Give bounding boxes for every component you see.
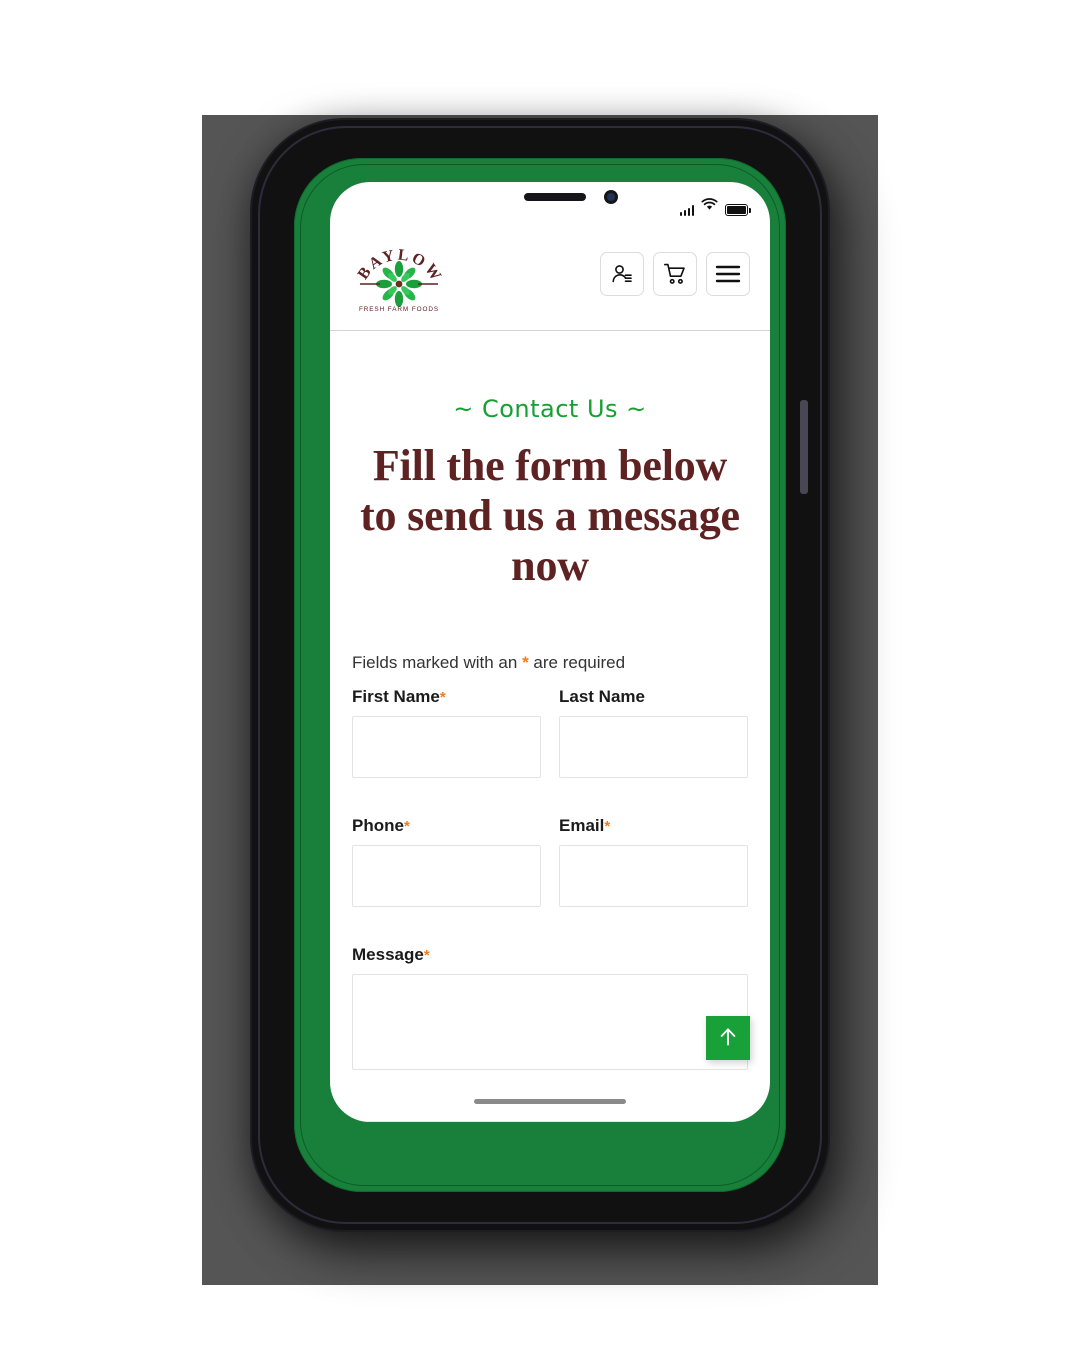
scroll-to-top-button[interactable] bbox=[706, 1016, 750, 1060]
phone-required-marker: * bbox=[403, 818, 410, 836]
battery-full-icon bbox=[725, 204, 751, 216]
form-row-name: First Name* Last Name bbox=[352, 687, 748, 779]
brand-logo[interactable]: BAYLOW FRESH FARM FOODS bbox=[352, 232, 446, 316]
first-name-label-text: First Name bbox=[352, 687, 440, 707]
screen-footer-divider bbox=[330, 1121, 770, 1122]
required-marker-icon: * bbox=[522, 653, 529, 673]
field-phone: Phone* bbox=[352, 816, 541, 908]
phone-input[interactable] bbox=[352, 845, 541, 908]
phone-screen: BAYLOW FRESH FARM FOODS ~ Contact Us ~ F… bbox=[330, 182, 770, 1122]
first-name-required-marker: * bbox=[439, 689, 446, 707]
account-button[interactable] bbox=[600, 252, 644, 296]
field-last-name: Last Name bbox=[559, 687, 748, 779]
shopping-cart-icon bbox=[663, 262, 687, 286]
email-label: Email* bbox=[559, 816, 748, 836]
email-label-text: Email bbox=[559, 816, 605, 836]
required-note-prefix: Fields marked with an bbox=[352, 653, 523, 673]
signal-bars-icon bbox=[679, 205, 694, 216]
field-first-name: First Name* bbox=[352, 687, 541, 779]
email-input[interactable] bbox=[559, 845, 748, 908]
message-required-marker: * bbox=[423, 947, 430, 965]
field-message: Message* bbox=[352, 945, 748, 1075]
wifi-icon bbox=[701, 198, 718, 216]
hamburger-menu-icon bbox=[715, 264, 741, 284]
header-actions bbox=[600, 252, 750, 296]
front-camera-icon bbox=[604, 190, 618, 204]
phone-label: Phone* bbox=[352, 816, 541, 836]
section-eyebrow: ~ Contact Us ~ bbox=[453, 395, 647, 423]
status-bar bbox=[330, 182, 770, 226]
last-name-input[interactable] bbox=[559, 716, 748, 779]
field-email: Email* bbox=[559, 816, 748, 908]
message-label: Message* bbox=[352, 945, 748, 965]
site-header: BAYLOW FRESH FARM FOODS bbox=[330, 226, 770, 331]
phone-label-text: Phone bbox=[352, 816, 404, 836]
first-name-input[interactable] bbox=[352, 716, 541, 779]
last-name-label-text: Last Name bbox=[559, 687, 645, 707]
last-name-label: Last Name bbox=[559, 687, 748, 707]
required-fields-note: Fields marked with an * are required bbox=[352, 653, 748, 673]
cart-button[interactable] bbox=[653, 252, 697, 296]
brand-tagline: FRESH FARM FOODS bbox=[359, 306, 439, 313]
page-content: ~ Contact Us ~ Fill the form below to se… bbox=[330, 395, 770, 1075]
status-icons bbox=[679, 198, 751, 216]
earpiece-speaker-icon bbox=[524, 193, 586, 201]
user-account-icon bbox=[610, 262, 634, 286]
page-title: Fill the form below to send us a message… bbox=[360, 441, 740, 591]
phone-power-button[interactable] bbox=[800, 400, 808, 494]
menu-button[interactable] bbox=[706, 252, 750, 296]
message-label-text: Message bbox=[352, 945, 424, 965]
home-indicator[interactable] bbox=[474, 1099, 626, 1104]
form-row-contact: Phone* Email* bbox=[352, 816, 748, 908]
message-textarea[interactable] bbox=[352, 974, 748, 1071]
first-name-label: First Name* bbox=[352, 687, 541, 707]
brand-logo-mark: BAYLOW FRESH FARM FOODS bbox=[355, 247, 443, 313]
arrow-up-icon bbox=[717, 1026, 739, 1051]
required-note-suffix: are required bbox=[528, 653, 626, 673]
email-required-marker: * bbox=[604, 818, 611, 836]
